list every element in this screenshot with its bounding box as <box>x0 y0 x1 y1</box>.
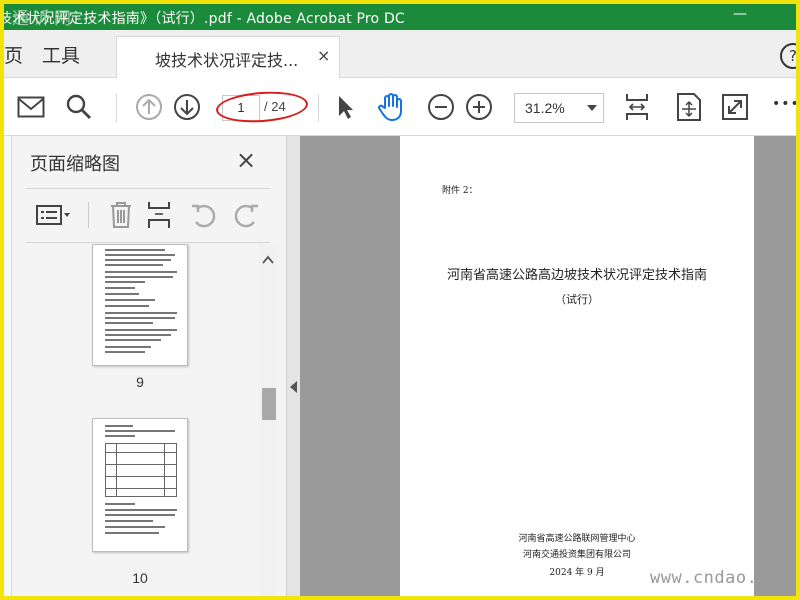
document-view[interactable]: 附件 2： 河南省高速公路高边坡技术状况评定技术指南 （试行） 河南省高速公路联… <box>300 136 796 596</box>
zoom-select[interactable]: 31.2% <box>514 93 604 123</box>
close-tab-icon[interactable]: × <box>317 46 330 65</box>
zoom-out-icon[interactable] <box>426 92 456 122</box>
rotate-left-icon[interactable] <box>188 200 218 230</box>
chevron-down-icon <box>587 105 597 111</box>
close-panel-icon[interactable]: × <box>236 146 256 174</box>
watermark-logo: 通诉网 <box>12 9 75 29</box>
pdf-page: 附件 2： 河南省高速公路高边坡技术状况评定技术指南 （试行） 河南省高速公路联… <box>400 136 754 596</box>
thumbnail-toolbar <box>26 190 270 240</box>
thumbnail-page-label: 10 <box>132 570 148 586</box>
search-icon[interactable] <box>64 92 94 122</box>
trash-icon[interactable] <box>106 200 136 230</box>
select-arrow-icon[interactable] <box>330 92 360 122</box>
zoom-value: 31.2% <box>525 100 565 116</box>
issuing-org-2: 河南交通投资集团有限公司 <box>522 550 631 560</box>
more-icon[interactable]: ••• <box>772 96 796 112</box>
panel-divider <box>26 188 270 189</box>
full-screen-icon[interactable] <box>720 92 750 122</box>
app-window: 技术状况评定技术指南》（试行）.pdf - Adobe Acrobat Pro … <box>4 4 796 596</box>
tab-tools[interactable]: 工具 <box>42 41 80 68</box>
document-title: 河南省高速公路高边坡技术状况评定技术指南 <box>446 268 707 283</box>
scroll-up-icon[interactable] <box>262 254 274 266</box>
toolbar-separator <box>318 94 319 122</box>
tab-bar: 页 工具 坡技术状况评定技... × ? <box>4 30 796 78</box>
mail-icon[interactable] <box>16 92 46 122</box>
panel-divider <box>26 242 270 243</box>
title-bar: 技术状况评定技术指南》（试行）.pdf - Adobe Acrobat Pro … <box>4 4 796 30</box>
rotate-right-icon[interactable] <box>232 200 262 230</box>
collapse-arrow-icon <box>290 381 297 393</box>
minimize-button[interactable]: — <box>730 5 750 25</box>
page-up-icon[interactable] <box>134 92 164 122</box>
toolbar-separator <box>116 94 117 122</box>
watermark-url: www.cndao. <box>650 568 758 588</box>
options-menu-icon[interactable] <box>34 200 74 230</box>
zoom-in-icon[interactable] <box>464 92 494 122</box>
tool-separator <box>88 202 89 228</box>
hand-tool-icon[interactable] <box>376 92 406 122</box>
tab-home[interactable]: 页 <box>4 41 23 68</box>
thumbnail-page-10[interactable] <box>92 418 188 552</box>
panel-collapse-handle[interactable] <box>286 136 300 596</box>
document-subtitle: （试行） <box>555 293 599 306</box>
thumbnail-page-label: 9 <box>136 374 144 390</box>
tab-document[interactable]: 坡技术状况评定技... × <box>116 36 340 78</box>
insert-page-icon[interactable] <box>144 200 174 230</box>
rotate-view-icon[interactable] <box>674 92 704 122</box>
thumbnail-page-9[interactable] <box>92 244 188 366</box>
help-button[interactable]: ? <box>780 43 796 69</box>
page-down-icon[interactable] <box>172 92 202 122</box>
thumbnail-table <box>105 443 177 497</box>
scrollbar-thumb[interactable] <box>262 388 276 420</box>
thumbnail-list: 9 10 <box>12 244 278 596</box>
panel-title: 页面缩略图 <box>30 154 120 175</box>
main-toolbar: 1 / 24 31.2% ••• <box>4 78 796 136</box>
document-tab-label: 坡技术状况评定技... <box>155 51 299 70</box>
fit-page-icon[interactable] <box>622 92 652 122</box>
page-thumbnails-panel: 页面缩略图 × 9 10 <box>4 136 286 596</box>
thumbnail-scrollbar[interactable] <box>258 244 278 596</box>
issuing-org-1: 河南省高速公路联网管理中心 <box>518 534 636 544</box>
nav-pane-edge <box>4 136 12 596</box>
attachment-label: 附件 2： <box>442 186 478 196</box>
